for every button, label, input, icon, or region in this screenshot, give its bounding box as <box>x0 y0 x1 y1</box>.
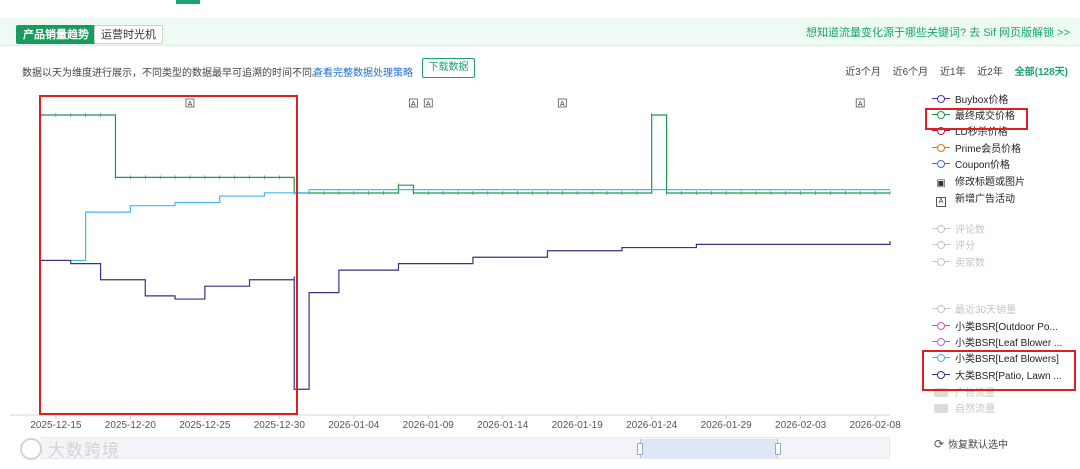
legend-bar-marker-icon <box>934 404 948 413</box>
legend-bsr-leaf-blower-sub[interactable]: 小类BSR[Leaf Blower ... <box>932 336 1062 352</box>
watermark: 大数跨境 <box>20 436 120 461</box>
restore-default-button[interactable]: ⟳ 恢复默认选中 <box>934 436 1008 451</box>
ad-event-marker-label-3: A <box>560 101 565 108</box>
navigator-window[interactable] <box>637 439 781 458</box>
legend-ad-traffic[interactable]: 广告流量 <box>932 386 995 402</box>
legend-line-marker-icon <box>932 126 950 136</box>
watermark-logo-icon <box>20 438 42 460</box>
legend-rating[interactable]: 评分 <box>932 239 975 255</box>
x-tick-label-3: 2025-12-30 <box>254 420 306 431</box>
legend-line-marker-icon <box>932 353 950 363</box>
legend-bsr-patio-lawn[interactable]: 大类BSR[Patio, Lawn ... <box>932 369 1062 385</box>
legend-line-marker-icon <box>932 321 950 331</box>
legend-coupon-price[interactable]: Coupon价格 <box>932 158 1010 174</box>
ad-icon: A <box>936 197 946 207</box>
x-tick-label-6: 2026-01-14 <box>477 420 529 431</box>
navigator-right-handle[interactable] <box>775 443 781 455</box>
x-tick-label-8: 2026-01-24 <box>626 420 678 431</box>
legend-ld-deal-price[interactable]: LD秒杀价格 <box>932 125 1008 141</box>
x-tick-label-10: 2026-02-03 <box>775 420 827 431</box>
legend-line-marker-icon <box>932 337 950 347</box>
x-tick-label-7: 2026-01-19 <box>552 420 604 431</box>
x-tick-label-9: 2026-01-29 <box>701 420 753 431</box>
legend-line-marker-icon <box>932 159 950 169</box>
legend-line-marker-icon <box>932 110 950 120</box>
legend-line-marker-icon <box>932 240 950 250</box>
trend-chart[interactable]: 2025-12-15 2025-12-20 2025-12-25 2025-12-30… <box>0 0 1080 469</box>
legend-final-price[interactable]: 最终成交价格 <box>932 109 1015 125</box>
legend-bar-marker-icon <box>934 388 948 397</box>
legend-bsr-outdoor[interactable]: 小类BSR[Outdoor Po... <box>932 320 1058 336</box>
legend-bsr-leaf-blowers[interactable]: 小类BSR[Leaf Blowers] <box>932 352 1059 368</box>
x-tick-label-1: 2025-12-20 <box>105 420 157 431</box>
x-tick-label-2: 2025-12-25 <box>179 420 231 431</box>
refresh-icon: ⟳ <box>934 437 945 451</box>
legend-title-image-change[interactable]: ▣ 修改标题或图片 <box>932 175 1025 191</box>
image-icon: ▣ <box>936 178 946 189</box>
legend-line-marker-icon <box>932 304 950 314</box>
legend-line-marker-icon <box>932 143 950 153</box>
legend-prime-price[interactable]: Prime会员价格 <box>932 142 1021 158</box>
legend-line-marker-icon <box>932 94 950 104</box>
legend-buybox-price[interactable]: Buybox价格 <box>932 93 1008 109</box>
x-tick-label-11: 2026-02-08 <box>850 420 902 431</box>
legend-line-marker-icon <box>932 370 950 380</box>
timeline-navigator[interactable] <box>41 437 890 459</box>
x-tick-label-0: 2025-12-15 <box>30 420 82 431</box>
legend-line-marker-icon <box>932 224 950 234</box>
ad-event-marker-label-1: A <box>411 101 416 108</box>
legend-new-ad-campaign[interactable]: A 新增广告活动 <box>932 192 1015 208</box>
legend-organic-traffic[interactable]: 自然流量 <box>932 402 995 418</box>
x-tick-label-4: 2026-01-04 <box>328 420 380 431</box>
series-line-0 <box>41 114 890 194</box>
x-tick-label-5: 2026-01-09 <box>403 420 455 431</box>
ad-event-marker-label-4: A <box>858 101 863 108</box>
ad-event-marker-label-0: A <box>188 101 193 108</box>
legend-line-marker-icon <box>932 257 950 267</box>
legend-30day-sales[interactable]: 最近30天销量 <box>932 303 1016 319</box>
series-line-2 <box>41 241 891 390</box>
legend-review-count[interactable]: 评论数 <box>932 223 985 239</box>
legend-seller-count[interactable]: 卖家数 <box>932 256 985 272</box>
series-line-1 <box>41 189 890 262</box>
ad-event-marker-label-2: A <box>426 101 431 108</box>
navigator-left-handle[interactable] <box>637 443 643 455</box>
